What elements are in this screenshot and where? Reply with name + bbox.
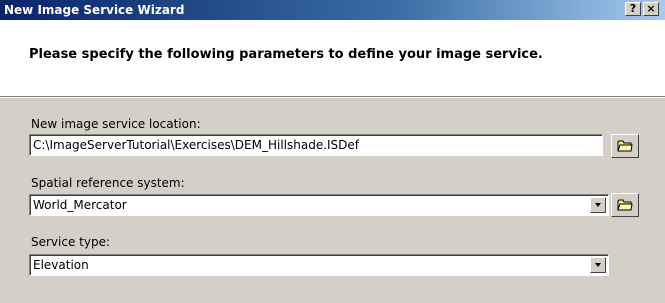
header-panel: Please specify the following parameters … — [0, 20, 665, 98]
service-type-label: Service type: — [31, 235, 111, 249]
close-button[interactable]: × — [643, 2, 659, 16]
spatial-reference-label: Spatial reference system: — [31, 176, 185, 190]
chevron-down-icon[interactable] — [590, 257, 606, 273]
location-browse-button[interactable] — [611, 134, 639, 158]
chevron-down-icon[interactable] — [590, 197, 606, 213]
instruction-text: Please specify the following parameters … — [29, 47, 543, 62]
help-button[interactable]: ? — [625, 2, 641, 16]
spatial-reference-select[interactable]: World_Mercator — [29, 194, 609, 216]
window-title: New Image Service Wizard — [4, 3, 185, 17]
title-bar[interactable]: New Image Service Wizard ? × — [0, 0, 665, 20]
folder-icon — [617, 199, 633, 211]
spatial-reference-browse-button[interactable] — [611, 193, 639, 217]
spatial-reference-value: World_Mercator — [33, 198, 127, 212]
location-label: New image service location: — [31, 117, 201, 131]
folder-icon — [617, 140, 633, 152]
service-type-value: Elevation — [33, 258, 89, 272]
wizard-window: New Image Service Wizard ? × Please spec… — [0, 0, 665, 303]
service-type-select[interactable]: Elevation — [29, 254, 609, 276]
location-input[interactable]: C:\ImageServerTutorial\Exercises\DEM_Hil… — [29, 134, 603, 156]
